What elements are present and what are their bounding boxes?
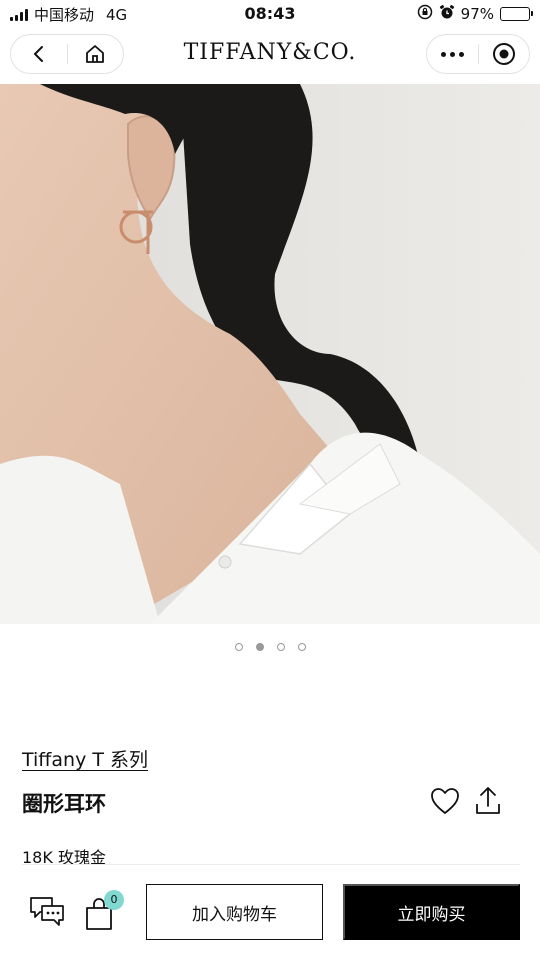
wishlist-button[interactable] (428, 784, 462, 818)
product-title: 圈形耳环 (22, 792, 106, 816)
nav-bar: TIFFANY&CO. (0, 28, 540, 84)
battery-percent: 97% (460, 5, 494, 23)
collection-link[interactable]: Tiffany T 系列 (22, 745, 148, 772)
carousel-dot[interactable] (297, 643, 306, 651)
bottom-action-bar: 0 加入购物车 立即购买 (0, 866, 540, 960)
chat-bubbles-icon (30, 897, 64, 926)
carousel-dot[interactable] (276, 643, 285, 651)
rotation-lock-icon (417, 4, 433, 24)
nav-capsule-right (426, 34, 530, 74)
divider (22, 864, 520, 865)
heart-icon (431, 788, 459, 814)
cart-count-badge: 0 (104, 890, 124, 910)
carousel-indicator (0, 643, 540, 651)
target-circle-icon (492, 43, 515, 65)
more-dots-icon (440, 51, 464, 57)
buy-now-button[interactable]: 立即购买 (343, 884, 520, 940)
alarm-icon (439, 4, 455, 24)
share-icon (476, 787, 500, 814)
battery-icon (500, 7, 533, 21)
customer-service-button[interactable] (28, 894, 66, 928)
status-bar: 中国移动 4G 08:43 97% (0, 0, 540, 28)
add-to-cart-button[interactable]: 加入购物车 (146, 884, 323, 940)
more-button[interactable] (427, 35, 478, 73)
status-right: 97% (417, 4, 533, 24)
product-photo-illustration (0, 84, 540, 624)
carousel-dot[interactable] (255, 643, 264, 651)
share-button[interactable] (472, 784, 504, 818)
close-miniprogram-button[interactable] (479, 35, 530, 73)
cart-button[interactable]: 0 (84, 890, 124, 930)
carousel-dot[interactable] (234, 643, 243, 651)
product-image[interactable] (0, 84, 540, 624)
